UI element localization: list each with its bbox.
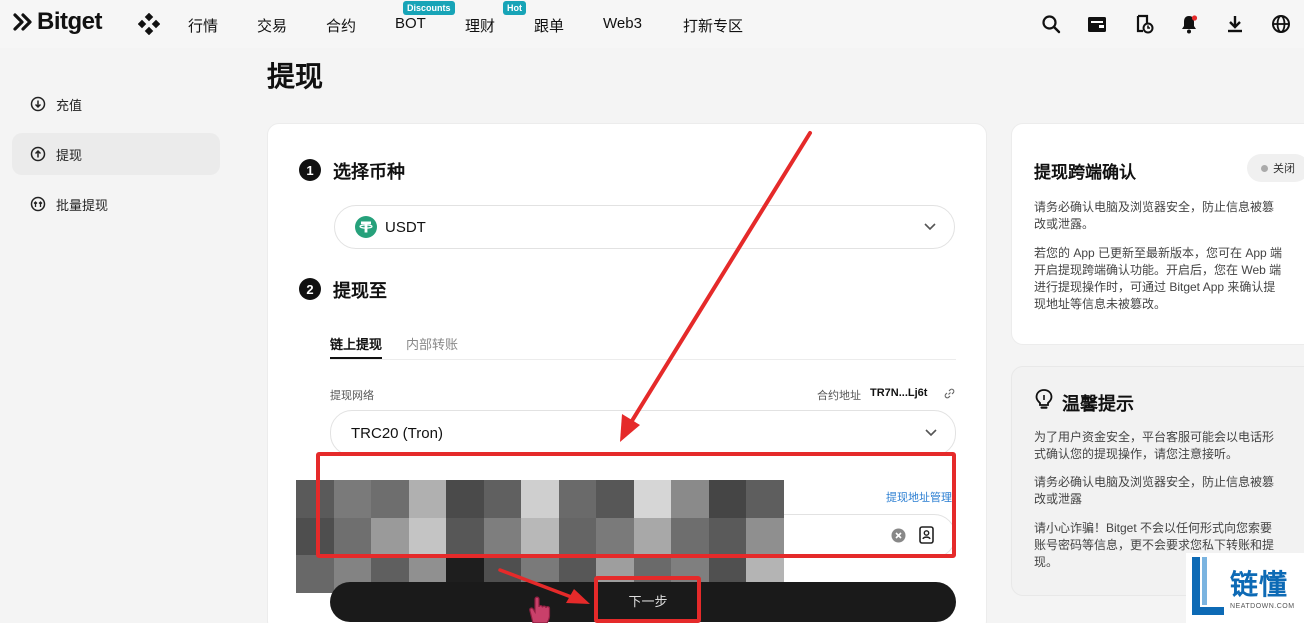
watermark-text: 链懂 bbox=[1230, 569, 1289, 600]
watermark-subtext: NEATDOWN.COM bbox=[1230, 603, 1295, 610]
watermark: 链懂 NEATDOWN.COM bbox=[1186, 553, 1304, 623]
annotation-arrows bbox=[498, 131, 812, 604]
hand-pointer-icon bbox=[529, 596, 551, 623]
watermark-logo-icon bbox=[1192, 557, 1224, 615]
